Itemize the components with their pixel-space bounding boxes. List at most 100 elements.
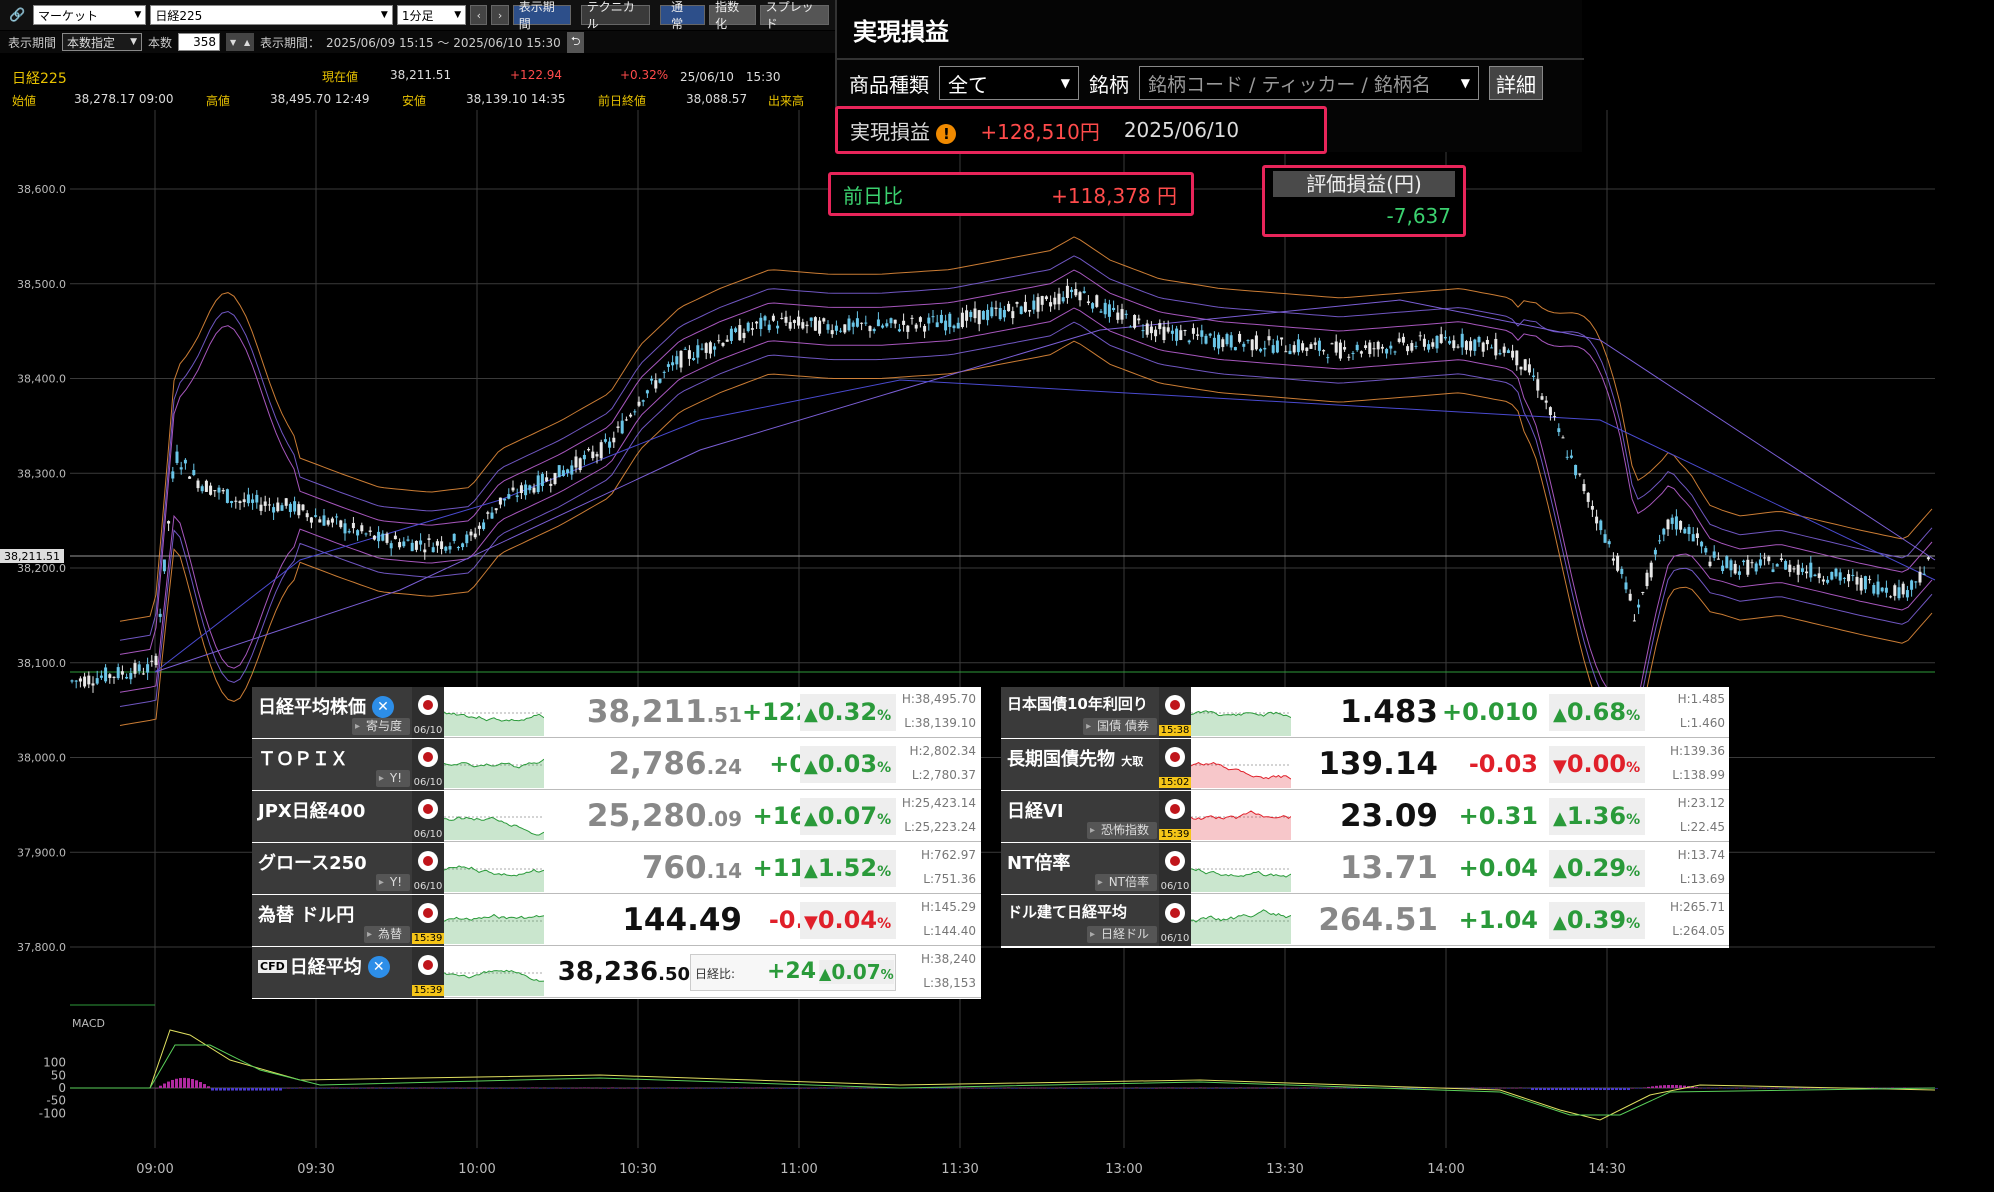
index-sub-link[interactable]: 為替 xyxy=(363,926,410,943)
warning-icon[interactable]: ! xyxy=(936,123,957,144)
high-value: 38,495.70 12:49 xyxy=(270,92,370,106)
index-row[interactable]: 長期国債先物 大取 15:02 139.14 -0.03 ▼0.00% H:139.36 L… xyxy=(1001,739,1729,790)
macd-histogram-bar xyxy=(951,1088,954,1089)
index-row[interactable]: ドル建て日経平均日経ドル06/10264.51+1.04▲0.39%H:265.… xyxy=(1001,895,1729,946)
candle-body xyxy=(750,328,754,330)
candle-body xyxy=(1015,302,1019,304)
candle-body xyxy=(1637,604,1641,608)
spread-mode-button[interactable]: スプレッド xyxy=(759,0,830,31)
macd-histogram-bar xyxy=(1027,1087,1030,1089)
macd-histogram-bar xyxy=(1071,1088,1074,1089)
macd-histogram-bar xyxy=(771,1087,774,1089)
period-button[interactable]: 表示期間 xyxy=(512,0,571,31)
macd-histogram-bar xyxy=(539,1088,542,1089)
index-sub-link[interactable]: 日経ドル xyxy=(1086,926,1157,943)
candle-body xyxy=(1091,303,1095,309)
detail-button[interactable]: 詳細 xyxy=(1489,66,1543,100)
high-low-cell: H:13.74 L:13.69 xyxy=(1649,843,1725,894)
count-down-button[interactable]: ▼ xyxy=(226,33,241,51)
candle-body xyxy=(1435,335,1439,349)
reset-icon[interactable]: ⮌ xyxy=(566,31,585,53)
macd-histogram-bar xyxy=(1343,1087,1346,1088)
index-mode-button[interactable]: 指数化 xyxy=(709,0,756,31)
count-input[interactable]: 358 xyxy=(178,33,221,51)
symbol-select[interactable]: 日経225 ▼ xyxy=(150,5,393,25)
macd-histogram-bar xyxy=(1607,1088,1610,1091)
index-sub-link[interactable]: Y! xyxy=(375,770,410,787)
macd-histogram-bar xyxy=(431,1087,434,1089)
link-icon[interactable]: 🔗 xyxy=(6,8,29,23)
technical-button[interactable]: テクニカル xyxy=(580,0,651,31)
candle-body xyxy=(1070,289,1074,293)
candle-body xyxy=(1641,591,1645,593)
macd-histogram-bar xyxy=(1183,1087,1186,1089)
prev-period-button[interactable]: ‹ xyxy=(470,5,488,25)
index-sub-link[interactable]: NT倍率 xyxy=(1094,874,1157,891)
candle-body xyxy=(1821,579,1825,582)
macd-histogram-bar xyxy=(659,1088,662,1089)
current-label: 現在値 xyxy=(322,70,359,84)
candle-body xyxy=(1183,330,1187,332)
index-row[interactable]: NT倍率NT倍率06/1013.71+0.04▲0.29%H:13.74L:13… xyxy=(1001,843,1729,894)
mode-select[interactable]: 本数指定 ▼ xyxy=(62,33,143,51)
macd-histogram-bar xyxy=(959,1087,962,1089)
candle-body xyxy=(406,539,410,541)
count-up-button[interactable]: ▲ xyxy=(240,33,255,51)
macd-histogram-bar xyxy=(1159,1087,1162,1089)
index-name-cell: 日本国債10年利回り国債 債券 xyxy=(1001,687,1159,738)
index-sub-link[interactable]: 恐怖指数 xyxy=(1086,822,1157,839)
index-row[interactable]: 為替 ドル円為替15:39144.49-0.07▼0.04%H:145.29L:… xyxy=(252,895,981,946)
candle-body xyxy=(1473,339,1477,351)
candle-body xyxy=(1011,311,1015,319)
next-period-button[interactable]: › xyxy=(491,5,509,25)
candle-body xyxy=(1616,555,1620,571)
index-row[interactable]: 日経平均株価✕寄与度06/1038,211.51+122.94▲0.32%H:3… xyxy=(252,687,981,738)
candle-body xyxy=(700,348,704,350)
index-row[interactable]: JPX日経40006/1025,280.09+16.91▲0.07%H:25,4… xyxy=(252,791,981,842)
index-sub-link[interactable]: 国債 債券 xyxy=(1083,718,1157,735)
index-row[interactable]: 日経VI 恐怖指数15:39 23.09 +0.31 ▲1.36% H:23.12 L:22… xyxy=(1001,791,1729,842)
index-name-text: JPX日経400 xyxy=(258,801,366,822)
high-value: H:1.485 xyxy=(1677,692,1725,706)
macd-histogram-bar xyxy=(387,1088,390,1089)
change-pct: +0.32% xyxy=(620,68,669,82)
candle-body xyxy=(851,322,855,327)
index-row[interactable]: ＴＯＰＩＸY!06/102,786.24+0.83▲0.03%H:2,802.3… xyxy=(252,739,981,790)
index-row[interactable]: CFD 日経平均 ✕ 15:39 38,236.50 日経比: +24 ▲0.07% H:38,… xyxy=(252,947,981,998)
macd-histogram-bar xyxy=(603,1088,606,1089)
index-sub-link[interactable]: 寄与度 xyxy=(351,718,410,735)
index-sub-link[interactable]: Y! xyxy=(375,874,410,891)
index-name-cell: 日経VI 恐怖指数 xyxy=(1001,791,1159,842)
macd-histogram-bar xyxy=(407,1088,410,1089)
candle-body xyxy=(217,487,221,493)
macd-histogram-bar xyxy=(351,1087,354,1089)
macd-histogram-bar xyxy=(1283,1087,1286,1089)
index-row[interactable]: グロース250Y!06/10760.14+11.38▲1.52%H:762.97… xyxy=(252,843,981,894)
candle-body xyxy=(1649,562,1653,578)
interval-select[interactable]: 1分足 ▼ xyxy=(396,5,467,25)
product-type-select[interactable]: 全て ▼ xyxy=(939,66,1079,100)
candle-body xyxy=(1343,347,1347,350)
market-select[interactable]: マーケット ▼ xyxy=(32,5,147,25)
macd-histogram-bar xyxy=(747,1087,750,1089)
candle-body xyxy=(624,419,628,421)
candle-body xyxy=(847,318,851,331)
x-tick-label: 10:30 xyxy=(619,1162,656,1177)
macd-histogram-bar xyxy=(1339,1087,1342,1089)
candle-body xyxy=(1863,576,1867,590)
candle-body xyxy=(213,490,217,492)
candle-body xyxy=(267,504,271,506)
symbol-search-select[interactable]: 銘柄コード / ティッカー / 銘柄名 ▼ xyxy=(1139,66,1479,100)
candle-body xyxy=(696,345,700,358)
candle-body xyxy=(448,546,452,550)
index-row[interactable]: 日本国債10年利回り国債 債券15:381.483+0.010▲0.68%H:1… xyxy=(1001,687,1729,738)
macd-histogram-bar xyxy=(1783,1088,1786,1089)
x-share-icon[interactable]: ✕ xyxy=(372,696,394,718)
x-share-icon[interactable]: ✕ xyxy=(367,956,390,978)
candle-body xyxy=(1708,561,1712,567)
normal-mode-button[interactable]: 通常 xyxy=(660,0,706,31)
macd-histogram-bar xyxy=(1303,1087,1306,1089)
candle-body xyxy=(935,322,939,328)
macd-histogram-bar xyxy=(251,1088,254,1091)
candle-body xyxy=(1284,351,1288,353)
